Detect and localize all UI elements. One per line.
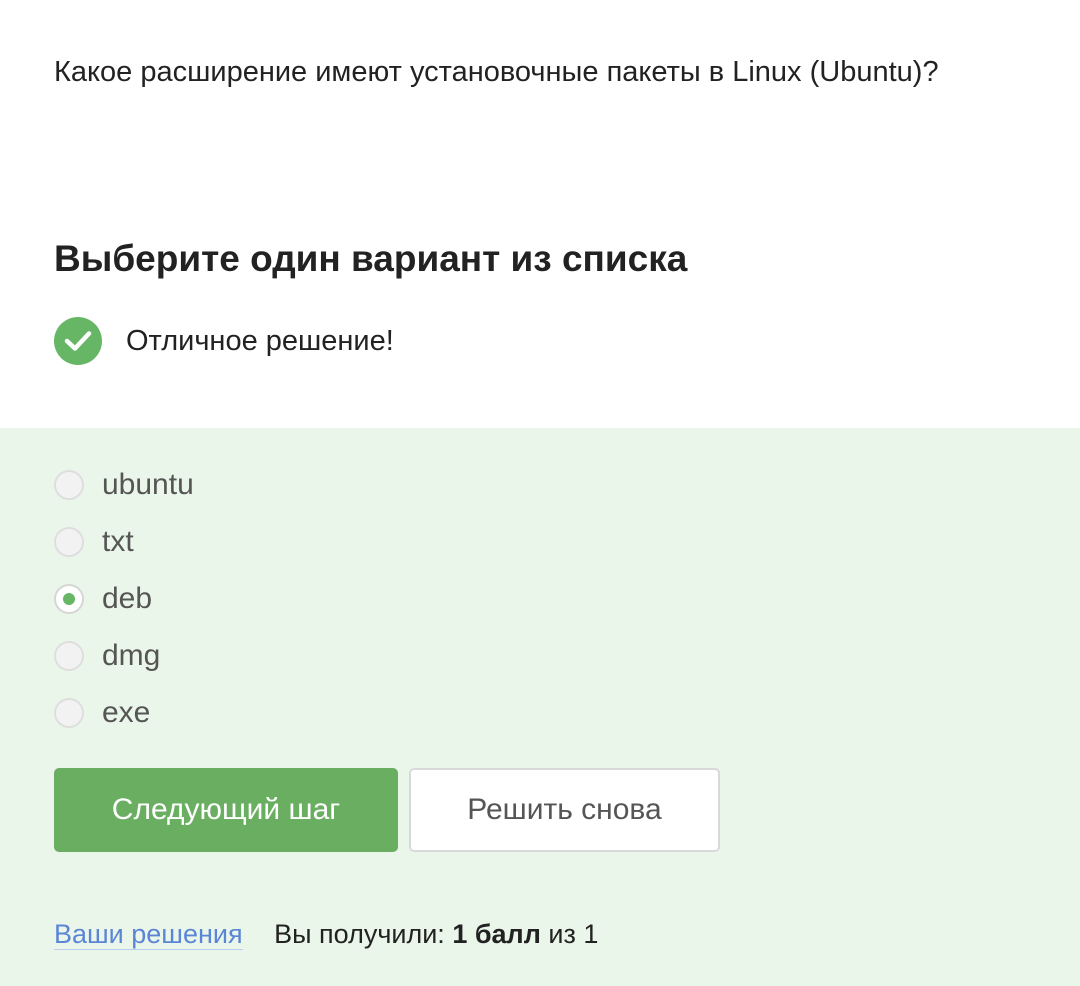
footer: Ваши решения Вы получили: 1 балл из 1 <box>54 914 598 954</box>
score-text: Вы получили: 1 балл из 1 <box>274 919 598 949</box>
radio-selected-dot <box>63 592 75 605</box>
option-label: exe <box>102 695 151 729</box>
option-label: dmg <box>102 638 161 672</box>
score-suffix: из 1 <box>548 919 599 949</box>
your-solutions-link[interactable]: Ваши решения <box>54 919 243 950</box>
option-label: txt <box>102 524 134 558</box>
feedback-text: Отличное решение! <box>126 324 394 357</box>
next-step-button[interactable]: Следующий шаг <box>54 768 398 852</box>
radio-button[interactable] <box>54 640 84 671</box>
radio-button[interactable] <box>54 526 84 557</box>
options-list: ubuntu txt deb dmg exe <box>54 456 194 741</box>
score-prefix: Вы получили: <box>274 919 445 949</box>
option-item-txt[interactable]: txt <box>54 513 194 570</box>
section-title: Выберите один вариант из списка <box>54 238 688 279</box>
option-label: ubuntu <box>102 467 194 501</box>
radio-button-selected[interactable] <box>54 583 84 614</box>
check-circle-icon <box>54 317 102 365</box>
radio-button[interactable] <box>54 697 84 728</box>
solve-again-button[interactable]: Решить снова <box>409 768 720 852</box>
option-item-exe[interactable]: exe <box>54 684 194 741</box>
option-label: deb <box>102 581 153 615</box>
option-item-dmg[interactable]: dmg <box>54 627 194 684</box>
score-value: 1 балл <box>452 919 541 949</box>
feedback-banner: Отличное решение! <box>54 317 394 365</box>
option-item-ubuntu[interactable]: ubuntu <box>54 456 194 513</box>
radio-button[interactable] <box>54 469 84 500</box>
question-text: Какое расширение имеют установочные паке… <box>54 56 939 88</box>
option-item-deb[interactable]: deb <box>54 570 194 627</box>
